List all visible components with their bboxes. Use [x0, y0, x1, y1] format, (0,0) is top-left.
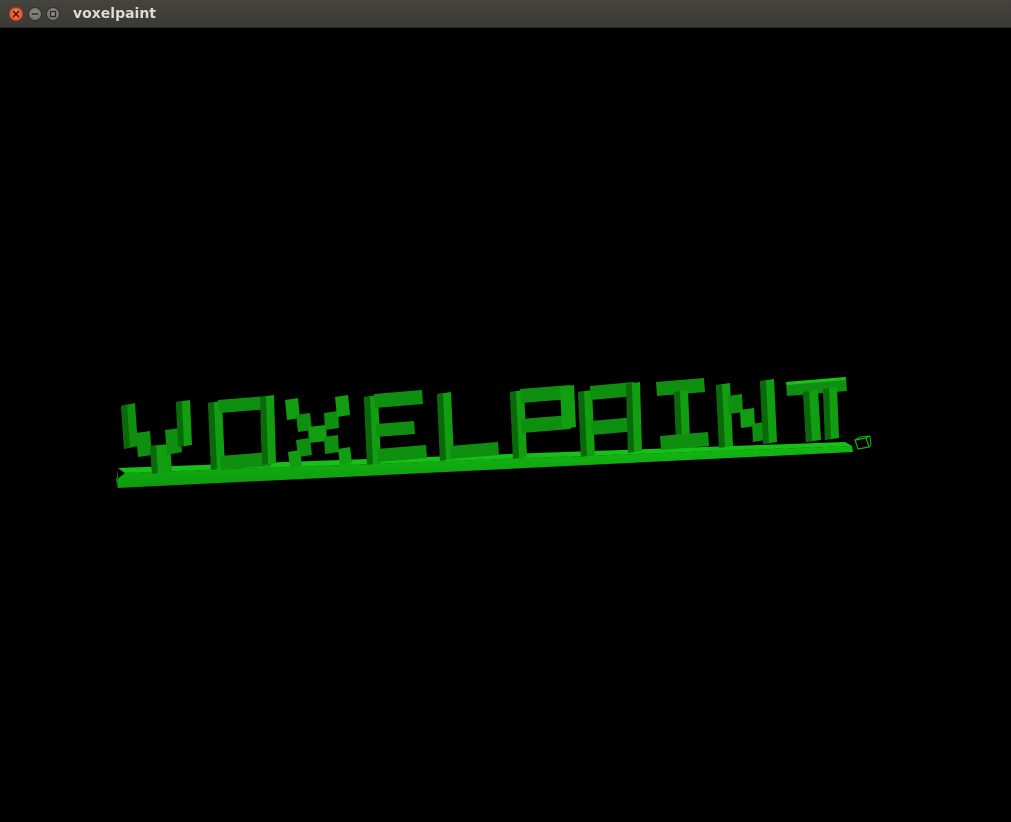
voxel-letter-a	[578, 382, 642, 457]
minimize-icon	[31, 13, 39, 15]
voxel-letter-x	[285, 395, 352, 468]
maximize-button[interactable]	[46, 7, 60, 21]
app-window: voxelpaint	[0, 0, 1011, 822]
voxel-letter-i	[656, 378, 709, 450]
voxel-scene	[116, 377, 872, 488]
voxel-letter-l	[437, 392, 499, 461]
voxel-letter-o	[208, 395, 276, 470]
maximize-icon	[49, 10, 57, 18]
close-button[interactable]	[9, 7, 23, 21]
minimize-button[interactable]	[28, 7, 42, 21]
voxel-letter-t	[786, 377, 847, 442]
voxel-letter-e	[364, 390, 427, 465]
voxel-letter-v	[121, 400, 192, 474]
voxel-letter-n	[716, 379, 777, 448]
voxel-cursor-icon[interactable]	[854, 435, 872, 450]
voxel-viewport[interactable]	[0, 28, 1011, 822]
title-bar[interactable]: voxelpaint	[0, 0, 1011, 28]
voxel-letter-p	[510, 385, 576, 459]
close-icon	[12, 10, 20, 18]
window-title: voxelpaint	[73, 6, 156, 22]
